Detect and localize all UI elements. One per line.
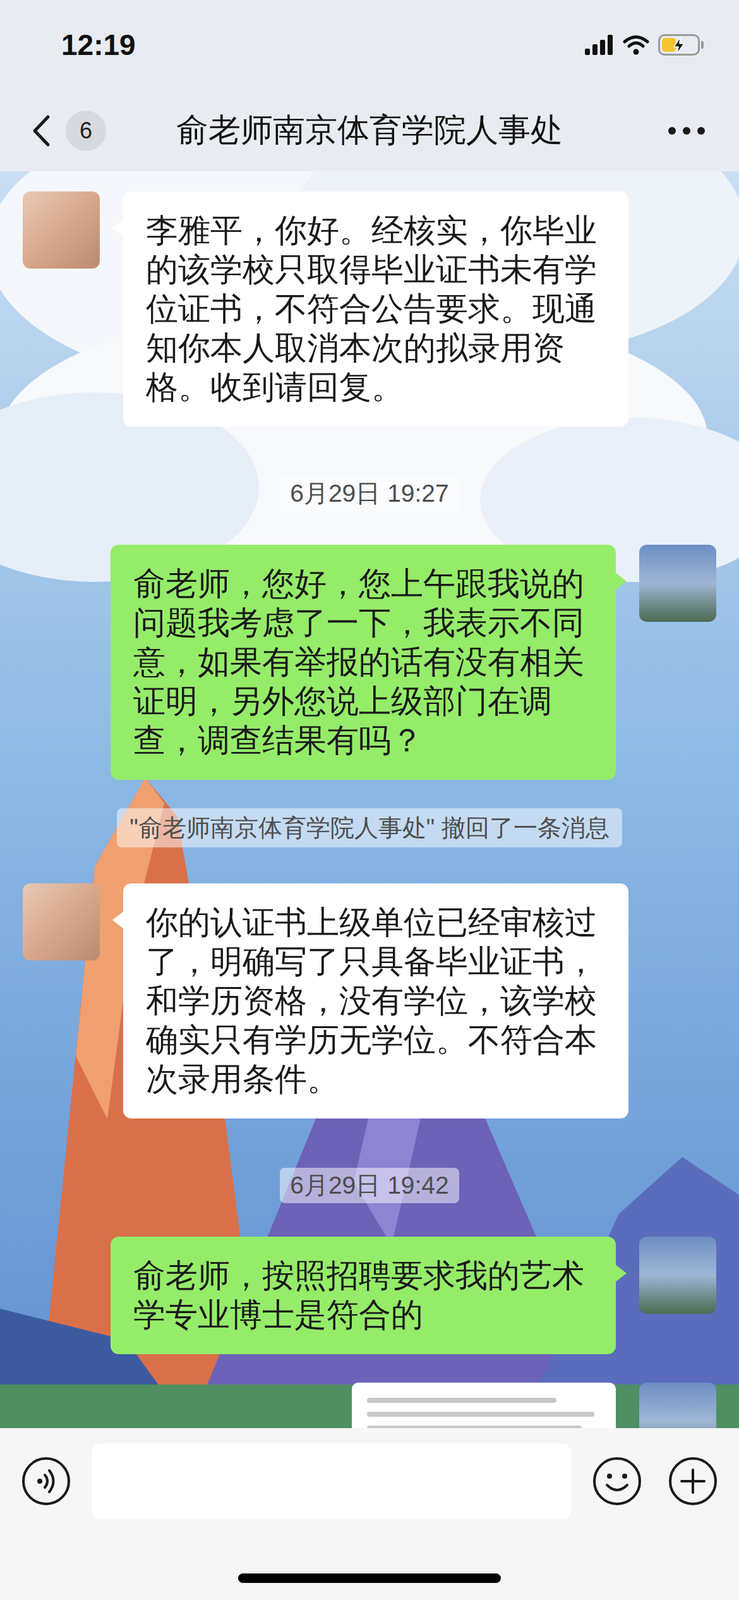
message-bubble[interactable]: 俞老师，您好，您上午跟我说的问题我考虑了一下，我表示不同意，如果有举报的话有没有… <box>110 544 616 780</box>
message-row <box>22 1381 717 1428</box>
charging-icon <box>672 37 686 54</box>
message-row: 你的认证书上级单位已经审核过了，明确写了只具备毕业证书，和学历资格，没有学位，该… <box>22 883 717 1118</box>
signal-icon <box>584 34 614 55</box>
message-input[interactable] <box>91 1442 571 1519</box>
avatar[interactable] <box>639 1381 717 1428</box>
image-message[interactable] <box>351 1381 616 1428</box>
message-row: 俞老师，您好，您上午跟我说的问题我考虑了一下，我表示不同意，如果有举报的话有没有… <box>22 544 717 780</box>
chat-screen: 12:19 <box>0 0 739 1600</box>
message-text: 俞老师，按照招聘要求我的艺术学专业博士是符合的 <box>133 1256 585 1333</box>
message-row: 俞老师，按照招聘要求我的艺术学专业博士是符合的 <box>22 1236 717 1354</box>
message-text: 李雅平，你好。经核实，你毕业的该学校只取得毕业证书未有学位证书，不符合公告要求。… <box>145 212 597 405</box>
back-icon[interactable] <box>31 114 51 148</box>
chat-title: 俞老师南京体育学院人事处 <box>176 106 563 155</box>
message-bubble[interactable]: 李雅平，你好。经核实，你毕业的该学校只取得毕业证书未有学位证书，不符合公告要求。… <box>123 191 629 427</box>
chat-area: 李雅平，你好。经核实，你毕业的该学校只取得毕业证书未有学位证书，不符合公告要求。… <box>0 171 739 1428</box>
battery-icon <box>658 34 704 56</box>
emoji-icon[interactable] <box>591 1455 643 1506</box>
message-list: 李雅平，你好。经核实，你毕业的该学校只取得毕业证书未有学位证书，不符合公告要求。… <box>0 171 739 1428</box>
input-bar <box>0 1427 739 1600</box>
message-text: 俞老师，您好，您上午跟我说的问题我考虑了一下，我表示不同意，如果有举报的话有没有… <box>133 565 585 758</box>
voice-icon[interactable] <box>20 1455 72 1506</box>
timestamp: 6月29日 19:42 <box>279 1167 460 1203</box>
home-indicator <box>238 1572 501 1583</box>
wifi-icon <box>622 34 650 55</box>
avatar[interactable] <box>22 191 100 269</box>
nav-bar: 6 俞老师南京体育学院人事处 <box>0 89 739 172</box>
status-bar: 12:19 <box>0 0 739 90</box>
avatar[interactable] <box>22 883 100 961</box>
header: 12:19 <box>0 0 739 172</box>
battery-fill <box>661 37 676 52</box>
message-text: 你的认证书上级单位已经审核过了，明确写了只具备毕业证书，和学历资格，没有学位，该… <box>145 903 597 1097</box>
clock: 12:19 <box>61 23 136 67</box>
avatar[interactable] <box>639 544 717 622</box>
message-row: 李雅平，你好。经核实，你毕业的该学校只取得毕业证书未有学位证书，不符合公告要求。… <box>22 191 717 427</box>
more-icon[interactable] <box>666 125 707 136</box>
recall-notice: "俞老师南京体育学院人事处" 撤回了一条消息 <box>116 807 623 848</box>
plus-icon[interactable] <box>667 1455 719 1506</box>
unread-badge[interactable]: 6 <box>65 110 107 151</box>
message-bubble[interactable]: 你的认证书上级单位已经审核过了，明确写了只具备毕业证书，和学历资格，没有学位，该… <box>123 883 629 1118</box>
avatar[interactable] <box>639 1236 717 1314</box>
message-bubble[interactable]: 俞老师，按照招聘要求我的艺术学专业博士是符合的 <box>110 1236 616 1354</box>
timestamp: 6月29日 19:27 <box>279 475 460 511</box>
